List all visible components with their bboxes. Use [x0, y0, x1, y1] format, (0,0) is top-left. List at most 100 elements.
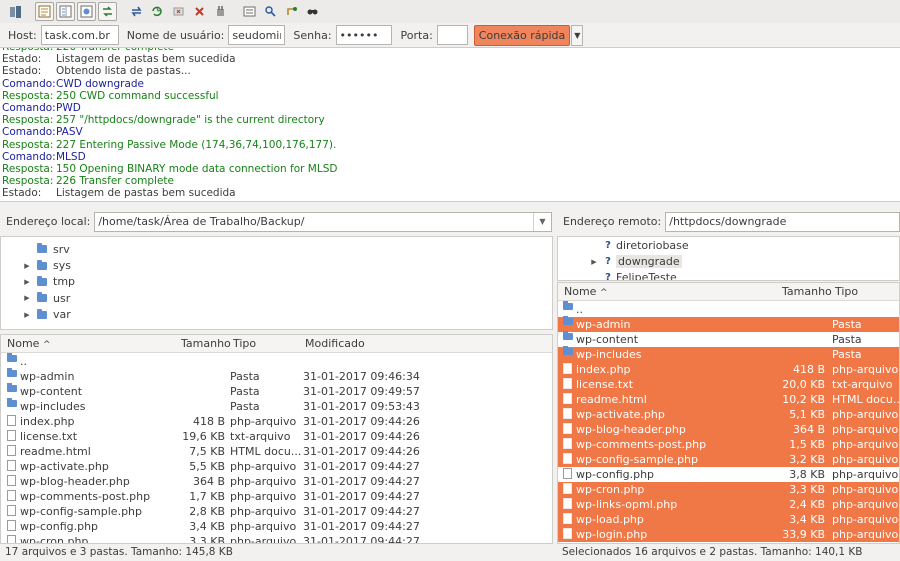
file-row[interactable]: wp-cron.php 3,3 KB php-arquivo 31-01-2017 0… — [1, 534, 552, 544]
file-row[interactable]: wp-blog-header.php 364 B php-arquivo 31-01-… — [1, 474, 552, 489]
toggle-remote-tree-icon[interactable] — [77, 2, 96, 21]
tree-item[interactable]: ? FelipeTeste — [558, 270, 899, 280]
column-type[interactable]: Tipo — [233, 337, 256, 350]
sync-browse-icon[interactable] — [282, 2, 301, 21]
file-row[interactable]: readme.html 10,2 KB HTML docu... — [558, 392, 899, 407]
tree-item[interactable]: srv — [1, 241, 552, 257]
expand-arrow-icon[interactable]: ▶ — [23, 311, 31, 319]
site-manager-icon[interactable] — [6, 2, 25, 21]
remote-address-bar: Endereço remoto: /httpdocs/downgrade — [557, 209, 900, 234]
file-row[interactable]: wp-comments-post.php 1,7 KB php-arquivo 31-… — [1, 489, 552, 504]
message-log[interactable]: Resposta:226 Transfer completeEstado:Lis… — [0, 48, 900, 202]
expand-arrow-icon[interactable]: ▶ — [23, 294, 31, 302]
local-directory-tree[interactable]: srv ▶ sys ▶ tmp ▶ usr ▶ var — [0, 236, 553, 330]
column-modified[interactable]: Modificado — [305, 337, 365, 350]
tree-item[interactable]: ? diretoriobase — [558, 237, 899, 253]
expand-arrow-icon[interactable]: ▶ — [23, 278, 31, 286]
file-row[interactable]: wp-links-opml.php 2,4 KB php-arquivo — [558, 497, 899, 512]
file-modified: 31-01-2017 09:44:27 — [303, 520, 420, 533]
remote-directory-tree[interactable]: ? diretoriobase ▶? downgrade? FelipeTeste — [557, 236, 900, 281]
file-row[interactable]: license.txt 19,6 KB txt-arquivo 31-01-2017 … — [1, 429, 552, 444]
tree-item[interactable]: ▶ usr — [1, 290, 552, 306]
file-name: wp-comments-post.php — [576, 438, 707, 451]
tree-item[interactable]: ▶ tmp — [1, 274, 552, 290]
process-queue-icon[interactable] — [148, 2, 167, 21]
local-address-input[interactable]: /home/task/Área de Trabalho/Backup/ ▼ — [94, 211, 552, 232]
file-modified: 31-01-2017 09:44:26 — [303, 415, 420, 428]
toggle-tree-icon[interactable] — [56, 2, 75, 21]
file-row[interactable]: wp-config.php 3,4 KB php-arquivo 31-01-2017… — [1, 519, 552, 534]
toggle-queue-icon[interactable] — [98, 2, 117, 21]
file-row[interactable]: wp-activate.php 5,5 KB php-arquivo 31-01-20… — [1, 459, 552, 474]
tree-item[interactable]: ▶ var — [1, 307, 552, 323]
file-row[interactable]: wp-content Pasta 31-01-2017 09:49:57 — [1, 383, 552, 399]
file-row[interactable]: index.php 418 B php-arquivo — [558, 362, 899, 377]
column-type[interactable]: Tipo — [835, 285, 858, 298]
file-row[interactable]: wp-activate.php 5,1 KB php-arquivo — [558, 407, 899, 422]
expand-arrow-icon[interactable]: ▶ — [23, 262, 31, 270]
file-row[interactable]: index.php 418 B php-arquivo 31-01-2017 09:4… — [1, 414, 552, 429]
search-icon[interactable] — [303, 2, 322, 21]
quickconnect-dropdown[interactable]: ▼ — [571, 24, 584, 46]
file-row[interactable]: wp-load.php 3,4 KB php-arquivo — [558, 512, 899, 527]
file-size: 3,3 KB — [789, 483, 825, 496]
file-type: php-arquivo — [832, 363, 899, 376]
log-line-kind: Estado: — [2, 65, 42, 78]
tree-item[interactable]: ▶ sys — [1, 257, 552, 273]
log-line-text: CWD downgrade — [56, 77, 145, 90]
expand-arrow-icon[interactable]: ▶ — [590, 258, 598, 266]
toggle-log-icon[interactable] — [35, 2, 54, 21]
file-type: Pasta — [832, 318, 862, 331]
filter-icon[interactable] — [240, 2, 259, 21]
file-row[interactable]: wp-config-sample.php 2,8 KB php-arquivo 31-… — [1, 504, 552, 519]
file-type: Pasta — [230, 385, 260, 398]
file-row[interactable]: wp-cron.php 3,3 KB php-arquivo — [558, 482, 899, 497]
file-type: txt-arquivo — [832, 378, 893, 391]
username-input[interactable] — [228, 25, 286, 45]
column-name[interactable]: Nome ^ — [564, 285, 608, 298]
remote-address-label: Endereço remoto: — [563, 215, 662, 228]
log-line: Comando:CWD downgrade — [0, 78, 900, 90]
file-modified: 31-01-2017 09:44:26 — [303, 430, 420, 443]
folder-icon — [37, 308, 47, 319]
remote-file-list[interactable]: Nome ^ Tamanho Tipo .. wp-admin Pasta wp-co… — [557, 282, 900, 544]
file-row[interactable]: wp-includes Pasta — [558, 346, 899, 362]
file-row[interactable]: wp-admin Pasta — [558, 316, 899, 332]
file-row[interactable]: wp-admin Pasta 31-01-2017 09:46:34 — [1, 368, 552, 384]
reconnect-icon[interactable] — [211, 2, 230, 21]
file-row[interactable]: wp-config-sample.php 3,2 KB php-arquivo — [558, 452, 899, 467]
file-type: php-arquivo — [832, 423, 899, 436]
file-icon — [563, 393, 572, 404]
cancel-icon[interactable] — [169, 2, 188, 21]
file-row[interactable]: wp-content Pasta — [558, 331, 899, 347]
column-size[interactable]: Tamanho — [782, 285, 832, 298]
file-row[interactable]: license.txt 20,0 KB txt-arquivo — [558, 377, 899, 392]
file-icon — [563, 438, 572, 449]
file-size: 2,4 KB — [789, 498, 825, 511]
refresh-icon[interactable] — [127, 2, 146, 21]
column-name[interactable]: Nome ^ — [7, 337, 51, 350]
compare-icon[interactable] — [261, 2, 280, 21]
disconnect-icon[interactable] — [190, 2, 209, 21]
file-modified: 31-01-2017 09:44:27 — [303, 535, 420, 544]
quickconnect-button[interactable]: Conexão rápida — [473, 24, 571, 46]
file-row[interactable]: readme.html 7,5 KB HTML docu... 31-01-2017 … — [1, 444, 552, 459]
local-file-list[interactable]: Nome ^ Tamanho Tipo Modificado .. wp-admi… — [0, 334, 553, 544]
file-row[interactable]: wp-login.php 33,9 KB php-arquivo — [558, 527, 899, 542]
chevron-down-icon[interactable]: ▼ — [533, 212, 551, 231]
password-input[interactable] — [335, 25, 392, 45]
file-row[interactable]: .. — [1, 353, 552, 369]
file-row[interactable]: wp-blog-header.php 364 B php-arquivo — [558, 422, 899, 437]
log-line-kind: Resposta: — [2, 162, 54, 175]
host-input[interactable] — [40, 25, 119, 45]
file-name: wp-includes — [20, 400, 86, 413]
file-row[interactable]: wp-includes Pasta 31-01-2017 09:53:43 — [1, 398, 552, 414]
remote-address-input[interactable]: /httpdocs/downgrade — [665, 211, 900, 232]
tree-item[interactable]: ▶? downgrade — [558, 253, 899, 269]
folder-icon — [7, 353, 17, 362]
port-input[interactable] — [436, 25, 468, 45]
column-size[interactable]: Tamanho — [181, 337, 231, 350]
file-row[interactable]: .. — [558, 301, 899, 317]
file-row[interactable]: wp-config.php 3,8 KB php-arquivo — [558, 467, 899, 482]
file-row[interactable]: wp-comments-post.php 1,5 KB php-arquivo — [558, 437, 899, 452]
